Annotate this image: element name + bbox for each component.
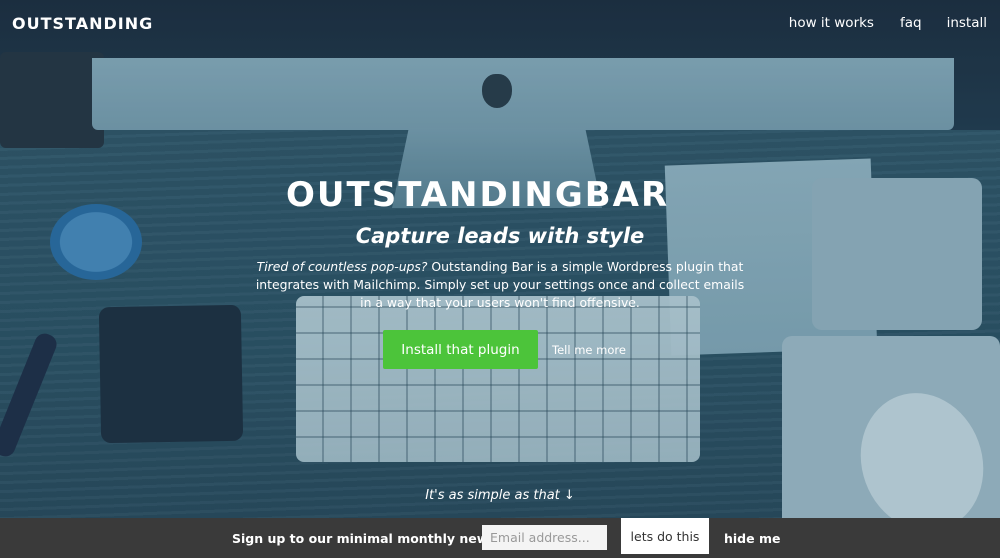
intro-italic: Tired of countless pop-ups? xyxy=(256,259,428,274)
top-nav: OUTSTANDING how it works faq install xyxy=(0,0,1000,46)
hide-me-link[interactable]: hide me xyxy=(724,531,780,546)
tell-me-more-link[interactable]: Tell me more xyxy=(552,343,626,357)
nav-faq[interactable]: faq xyxy=(900,15,922,31)
simple-note: It's as simple as that ↓ xyxy=(425,488,575,503)
hero-intro: Tired of countless pop-ups? Outstanding … xyxy=(250,258,750,312)
newsletter-bar: Sign up to our minimal monthly newslette… xyxy=(0,518,1000,558)
hero-logo: OUTSTANDINGBAR xyxy=(286,175,670,215)
nav-install[interactable]: install xyxy=(947,15,987,31)
lets-do-this-button[interactable]: lets do this xyxy=(621,518,709,554)
nav-links: how it works faq install xyxy=(789,15,987,31)
hero-tagline: Capture leads with style xyxy=(355,224,645,248)
email-input[interactable] xyxy=(482,525,607,550)
cta-row: Install that plugin Tell me more xyxy=(383,330,626,369)
brand-logo[interactable]: OUTSTANDING xyxy=(12,14,153,33)
nav-how-it-works[interactable]: how it works xyxy=(789,15,874,31)
install-plugin-button[interactable]: Install that plugin xyxy=(383,330,538,369)
